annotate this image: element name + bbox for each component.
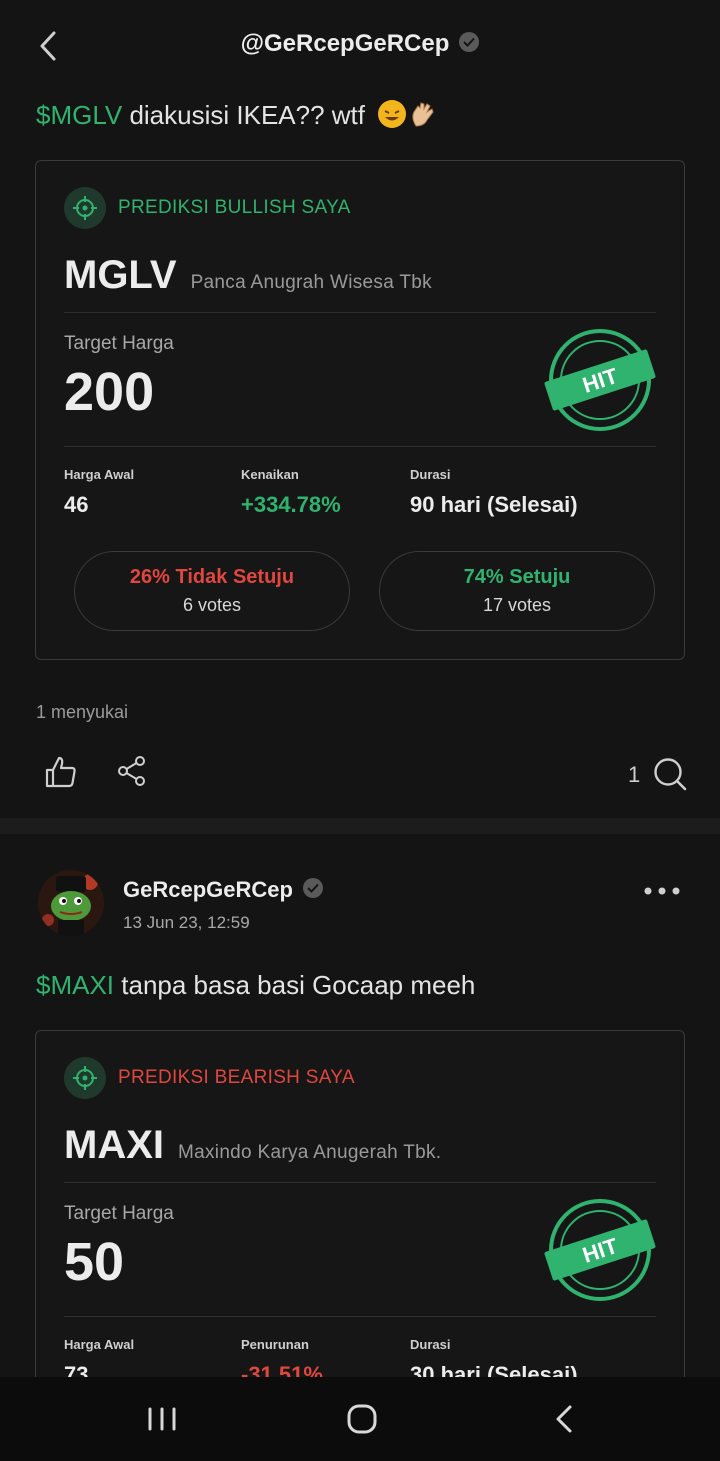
verified-badge-icon (302, 878, 323, 899)
stat-label: Durasi (410, 1337, 451, 1352)
home-icon (347, 1404, 377, 1434)
prediction-header: PREDIKSI BULLISH SAYA (64, 187, 351, 229)
divider (64, 446, 656, 447)
ticker-link[interactable]: $MGLV (36, 100, 122, 130)
author-name-text: GeRcepGeRCep (123, 877, 293, 902)
disagree-percentage: 26% Tidak Setuju (129, 566, 295, 588)
agree-percentage: 74% Setuju (463, 566, 571, 588)
post-timestamp: 13 Jun 23, 12:59 (123, 913, 250, 932)
verified-badge-icon (459, 31, 480, 52)
crosshair-icon (64, 187, 106, 229)
comment-button[interactable] (652, 756, 688, 797)
more-horizontal-icon (644, 887, 680, 895)
ticker-link[interactable]: $MAXI (36, 970, 114, 1000)
divider (64, 312, 656, 313)
avatar[interactable] (38, 870, 104, 936)
target-price-value: 50 (64, 1232, 125, 1292)
rofl-emoji-icon (378, 100, 407, 129)
post-body: diakusisi IKEA?? wtf (122, 100, 365, 130)
recent-apps-button[interactable] (140, 1397, 184, 1441)
hit-stamp-icon: HIT (544, 1198, 656, 1302)
divider (64, 1182, 656, 1183)
system-navigation-bar (0, 1377, 720, 1461)
post-separator (0, 818, 720, 834)
stock-row: MGLV Panca Anugrah Wisesa Tbk (64, 253, 432, 298)
prediction-card[interactable]: PREDIKSI BULLISH SAYA MGLV Panca Anugrah… (35, 160, 685, 660)
chevron-left-icon (556, 1405, 572, 1433)
target-price-value: 200 (64, 362, 155, 422)
post-text: $MAXI tanpa basa basi Gocaap meeh (36, 970, 475, 1001)
home-button[interactable] (340, 1397, 384, 1441)
recent-apps-icon (148, 1407, 176, 1431)
target-price-label: Target Harga (64, 333, 174, 354)
stat-value: 46 (64, 492, 89, 517)
stock-code[interactable]: MGLV (64, 253, 177, 298)
post-body: tanpa basa basi Gocaap meeh (114, 970, 476, 1000)
stat-value: 90 hari (Selesai) (410, 492, 578, 517)
stock-code[interactable]: MAXI (64, 1123, 164, 1168)
share-icon (118, 756, 145, 786)
stat-label: Kenaikan (241, 467, 299, 482)
likes-count[interactable]: 1 menyukai (36, 702, 128, 723)
user-handle: @GeRcepGeRCep (240, 30, 450, 57)
system-back-button[interactable] (542, 1397, 586, 1441)
more-options-button[interactable] (642, 884, 682, 898)
comment-search-icon (654, 758, 687, 791)
stat-value: +334.78% (241, 492, 341, 517)
author-name[interactable]: GeRcepGeRCep (123, 877, 323, 903)
hit-stamp-icon: HIT (544, 328, 656, 432)
disagree-votes: 6 votes (182, 595, 242, 615)
thumbs-up-icon (45, 756, 76, 788)
agree-vote-button[interactable]: 74% Setuju 17 votes (379, 551, 655, 631)
waving-hand-emoji-icon (408, 100, 436, 128)
like-button[interactable] (44, 755, 78, 794)
prediction-header: PREDIKSI BEARISH SAYA (64, 1057, 355, 1099)
change-stat: Kenaikan +334.78% (241, 467, 341, 518)
stat-label: Penurunan (241, 1337, 309, 1352)
divider (64, 1316, 656, 1317)
app-header: @GeRcepGeRCep (0, 0, 720, 92)
comment-count: 1 (628, 762, 641, 787)
stat-label: Harga Awal (64, 1337, 135, 1352)
crosshair-icon (64, 1057, 106, 1099)
stat-label: Harga Awal (64, 467, 135, 482)
company-name: Maxindo Karya Anugerah Tbk. (178, 1142, 442, 1163)
disagree-vote-button[interactable]: 26% Tidak Setuju 6 votes (74, 551, 350, 631)
post-text: $MGLV diakusisi IKEA?? wtf (36, 100, 436, 131)
page-title: @GeRcepGeRCep (0, 30, 720, 58)
prediction-label: PREDIKSI BEARISH SAYA (118, 1067, 355, 1088)
share-button[interactable] (116, 755, 148, 792)
prediction-label: PREDIKSI BULLISH SAYA (118, 197, 351, 218)
target-price-label: Target Harga (64, 1203, 174, 1224)
stock-row: MAXI Maxindo Karya Anugerah Tbk. (64, 1123, 441, 1168)
stat-label: Durasi (410, 467, 451, 482)
company-name: Panca Anugrah Wisesa Tbk (190, 272, 432, 293)
agree-votes: 17 votes (482, 595, 552, 615)
duration-stat: Durasi 90 hari (Selesai) (410, 467, 578, 518)
start-price-stat: Harga Awal 46 (64, 467, 134, 518)
